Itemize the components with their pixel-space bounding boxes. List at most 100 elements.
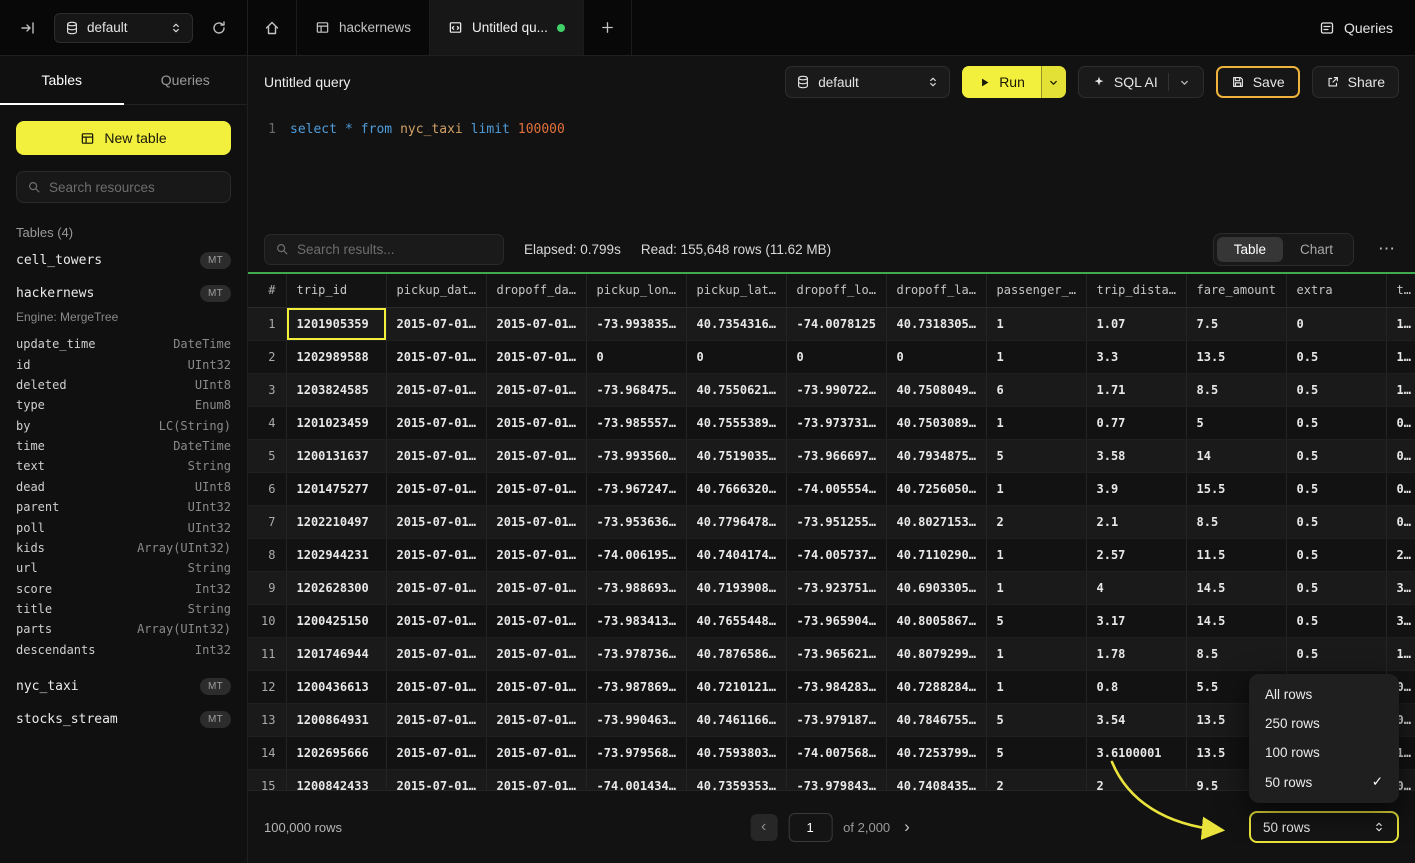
table-cell[interactable]: 40.7555389…: [686, 406, 786, 439]
table-cell[interactable]: 40.8027153…: [886, 505, 986, 538]
table-cell[interactable]: -73.951255…: [786, 505, 886, 538]
table-cell[interactable]: 4: [1086, 571, 1186, 604]
table-cell[interactable]: 2015-07-01…: [386, 670, 486, 703]
table-cell[interactable]: 2015-07-01…: [486, 505, 586, 538]
save-button[interactable]: Save: [1216, 66, 1300, 98]
table-cell[interactable]: 0.5: [1286, 604, 1386, 637]
table-cell[interactable]: 1200864931: [286, 703, 386, 736]
table-cell[interactable]: 1203824585: [286, 373, 386, 406]
sidebar-item-stocks-stream[interactable]: stocks_stream MT: [0, 703, 247, 736]
table-cell[interactable]: 0: [586, 340, 686, 373]
table-cell[interactable]: 2015-07-01…: [386, 340, 486, 373]
table-cell[interactable]: 40.7519035…: [686, 439, 786, 472]
table-cell[interactable]: 2015-07-01…: [386, 406, 486, 439]
table-cell[interactable]: 1201746944: [286, 637, 386, 670]
column-header[interactable]: passenger_…: [986, 274, 1086, 307]
table-cell[interactable]: -73.993560…: [586, 439, 686, 472]
table-cell[interactable]: 8.5: [1186, 505, 1286, 538]
table-cell[interactable]: 40.7193908…: [686, 571, 786, 604]
table-cell[interactable]: 1: [986, 307, 1086, 340]
column-header[interactable]: extra: [1286, 274, 1386, 307]
table-cell[interactable]: 15.5: [1186, 472, 1286, 505]
table-cell[interactable]: 0.5: [1286, 406, 1386, 439]
sidebar-tab-tables[interactable]: Tables: [0, 56, 124, 104]
table-cell[interactable]: 40.7846755…: [886, 703, 986, 736]
table-cell[interactable]: 1…: [1386, 373, 1415, 406]
table-cell[interactable]: 1200842433: [286, 769, 386, 790]
table-cell[interactable]: 0.5: [1286, 538, 1386, 571]
table-cell[interactable]: 2015-07-01…: [386, 307, 486, 340]
table-cell[interactable]: 0: [686, 340, 786, 373]
results-search-input[interactable]: [297, 242, 493, 257]
table-cell[interactable]: 40.7110290…: [886, 538, 986, 571]
column-header[interactable]: dropoff_la…: [886, 274, 986, 307]
table-cell[interactable]: 5: [986, 439, 1086, 472]
rows-option[interactable]: 100 rows: [1255, 738, 1393, 767]
sidebar-tab-queries[interactable]: Queries: [124, 56, 248, 104]
table-cell[interactable]: 40.7210121…: [686, 670, 786, 703]
table-cell[interactable]: 2015-07-01…: [486, 307, 586, 340]
table-cell[interactable]: 3…: [1386, 604, 1415, 637]
table-cell[interactable]: 2015-07-01…: [386, 439, 486, 472]
table-cell[interactable]: -74.006195…: [586, 538, 686, 571]
table-cell[interactable]: 2015-07-01…: [486, 736, 586, 769]
table-cell[interactable]: 2015-07-01…: [386, 472, 486, 505]
column-header[interactable]: pickup_lat…: [686, 274, 786, 307]
table-cell[interactable]: 2: [1086, 769, 1186, 790]
table-cell[interactable]: 2015-07-01…: [386, 637, 486, 670]
column-header[interactable]: trip_dista…: [1086, 274, 1186, 307]
table-cell[interactable]: 2015-07-01…: [486, 769, 586, 790]
table-cell[interactable]: 1200425150: [286, 604, 386, 637]
next-page-button[interactable]: ›: [901, 817, 913, 837]
queries-button[interactable]: Queries: [1319, 20, 1393, 36]
table-cell[interactable]: 40.7318305…: [886, 307, 986, 340]
table-cell[interactable]: 7.5: [1186, 307, 1286, 340]
rows-option[interactable]: 250 rows: [1255, 709, 1393, 738]
page-number-input[interactable]: [788, 813, 832, 842]
table-cell[interactable]: 40.7359353…: [686, 769, 786, 790]
table-cell[interactable]: 1.07: [1086, 307, 1186, 340]
sql-ai-options-button[interactable]: [1168, 73, 1190, 91]
table-cell[interactable]: 2015-07-01…: [386, 538, 486, 571]
more-options-icon[interactable]: ⋯: [1374, 239, 1399, 259]
table-cell[interactable]: 2: [986, 769, 1086, 790]
table-cell[interactable]: 1200436613: [286, 670, 386, 703]
table-cell[interactable]: 2015-07-01…: [386, 505, 486, 538]
table-cell[interactable]: 2015-07-01…: [486, 340, 586, 373]
table-cell[interactable]: 40.7503089…: [886, 406, 986, 439]
table-cell[interactable]: 0.5: [1286, 472, 1386, 505]
table-cell[interactable]: 0…: [1386, 505, 1415, 538]
table-cell[interactable]: 0.5: [1286, 340, 1386, 373]
sql-ai-button[interactable]: SQL AI: [1078, 66, 1204, 98]
table-cell[interactable]: -73.988693…: [586, 571, 686, 604]
sidebar-item-nyc-taxi[interactable]: nyc_taxi MT: [0, 670, 247, 703]
column-header[interactable]: pickup_lon…: [586, 274, 686, 307]
table-cell[interactable]: 40.7404174…: [686, 538, 786, 571]
table-cell[interactable]: 2015-07-01…: [486, 637, 586, 670]
table-cell[interactable]: 40.7461166…: [686, 703, 786, 736]
table-cell[interactable]: -74.001434…: [586, 769, 686, 790]
table-cell[interactable]: 2015-07-01…: [486, 406, 586, 439]
table-cell[interactable]: -73.987869…: [586, 670, 686, 703]
table-cell[interactable]: 13.5: [1186, 340, 1286, 373]
table-cell[interactable]: 1202628300: [286, 571, 386, 604]
table-cell[interactable]: 14: [1186, 439, 1286, 472]
column-header[interactable]: t…: [1386, 274, 1415, 307]
resource-search-input[interactable]: [49, 180, 220, 195]
table-cell[interactable]: 2015-07-01…: [386, 736, 486, 769]
table-cell[interactable]: 1201905359: [286, 307, 386, 340]
table-cell[interactable]: 2015-07-01…: [386, 703, 486, 736]
table-cell[interactable]: 1…: [1386, 637, 1415, 670]
table-cell[interactable]: -74.005554…: [786, 472, 886, 505]
prev-page-button[interactable]: ‹: [750, 814, 777, 841]
table-cell[interactable]: 40.8005867…: [886, 604, 986, 637]
table-cell[interactable]: -73.973731…: [786, 406, 886, 439]
tab-untitled-query[interactable]: Untitled qu...: [430, 0, 584, 55]
table-cell[interactable]: 0.5: [1286, 571, 1386, 604]
table-cell[interactable]: 2015-07-01…: [486, 703, 586, 736]
table-cell[interactable]: 1: [986, 538, 1086, 571]
sidebar-item-cell-towers[interactable]: cell_towers MT: [0, 244, 247, 277]
table-cell[interactable]: 2015-07-01…: [486, 439, 586, 472]
table-cell[interactable]: 40.7550621…: [686, 373, 786, 406]
table-cell[interactable]: 14.5: [1186, 571, 1286, 604]
